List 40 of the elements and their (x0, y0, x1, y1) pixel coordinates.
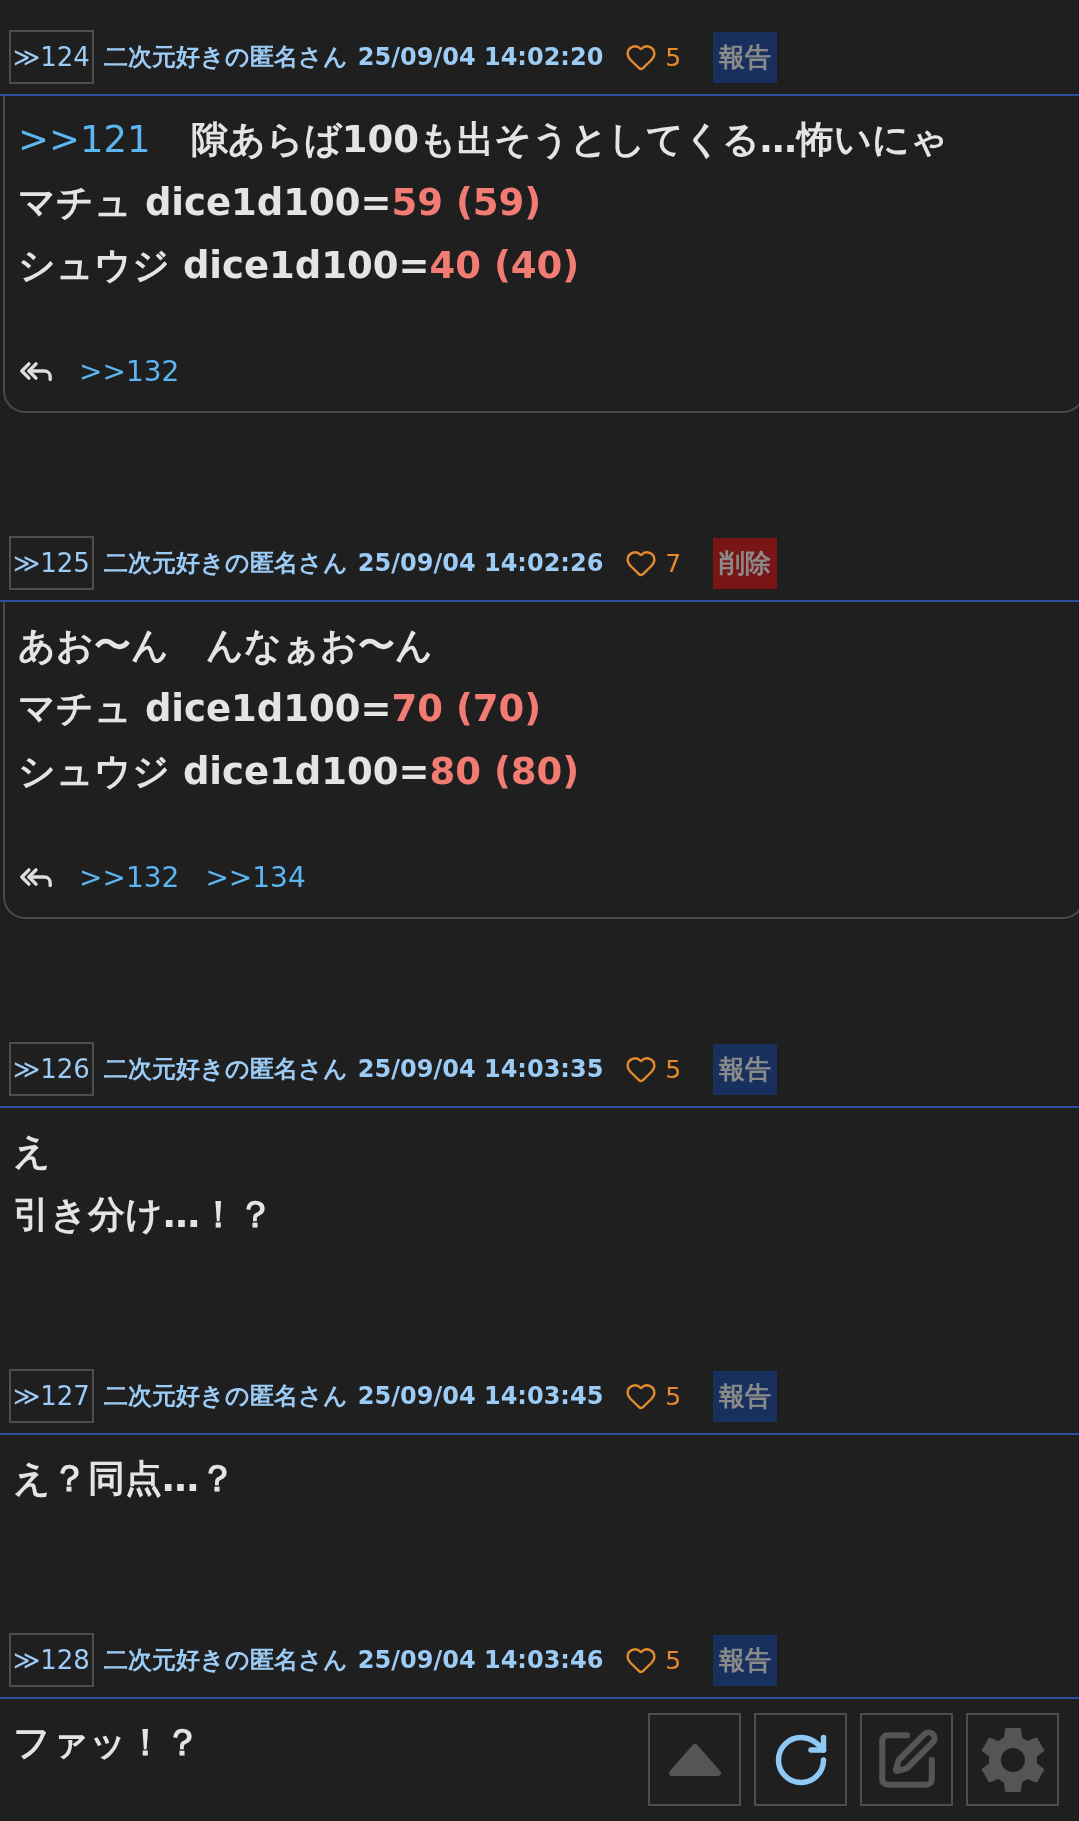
like-count: 7 (665, 548, 682, 578)
report-button[interactable]: 報告 (713, 31, 778, 83)
post-text-line: え (13, 1129, 51, 1175)
anchor-link[interactable]: >>121 (18, 118, 151, 161)
poster-name: 二次元好きの匿名さん (103, 1381, 348, 1412)
poster-name: 二次元好きの匿名さん (103, 42, 348, 73)
post-text-line: シュウジ dice1d100=40 (40) (18, 243, 580, 289)
post-text-line: マチュ dice1d100=59 (59) (18, 180, 542, 226)
poster-name: 二次元好きの匿名さん (103, 1645, 348, 1676)
post-text-line: シュウジ dice1d100=80 (80) (18, 749, 580, 795)
post-date: 25/09/04 14:02:20 (357, 43, 604, 71)
post-text-line: え？同点…？ (13, 1456, 236, 1502)
report-button[interactable]: 報告 (713, 1043, 778, 1095)
post-number[interactable]: ≫125 (9, 536, 94, 590)
post-text-line: >>121 隙あらば100も出そうとしてくる…怖いにゃ (18, 117, 948, 163)
like-count: 5 (665, 1381, 682, 1411)
post-text-line: マチュ dice1d100=70 (70) (18, 686, 542, 732)
post-text-line: あお〜ん んなぁお〜ん (18, 623, 433, 669)
post-number[interactable]: ≫128 (9, 1633, 94, 1687)
reply-link[interactable]: >>132 (79, 354, 180, 388)
report-button[interactable]: 報告 (713, 1370, 778, 1422)
post-date: 25/09/04 14:03:35 (357, 1055, 604, 1083)
poster-name: 二次元好きの匿名さん (103, 1054, 348, 1085)
poster-name: 二次元好きの匿名さん (103, 548, 348, 579)
report-button[interactable]: 報告 (713, 1634, 778, 1686)
like-count: 5 (665, 42, 682, 72)
post-date: 25/09/04 14:02:26 (357, 549, 604, 577)
like-count: 5 (665, 1054, 682, 1084)
like-count: 5 (665, 1645, 682, 1675)
up-triangle-icon (667, 1742, 722, 1777)
reply-link[interactable]: >>134 (205, 860, 306, 894)
post-number[interactable]: ≫126 (9, 1042, 94, 1096)
post-text-line: ファッ！？ (13, 1720, 201, 1766)
post-text-line: 引き分け…！？ (13, 1192, 274, 1238)
post-number[interactable]: ≫127 (9, 1369, 94, 1423)
post-number[interactable]: ≫124 (9, 30, 94, 84)
post-date: 25/09/04 14:03:45 (357, 1382, 604, 1410)
reload-button[interactable] (754, 1713, 847, 1806)
reply-link[interactable]: >>132 (79, 860, 180, 894)
post-date: 25/09/04 14:03:46 (357, 1646, 604, 1674)
